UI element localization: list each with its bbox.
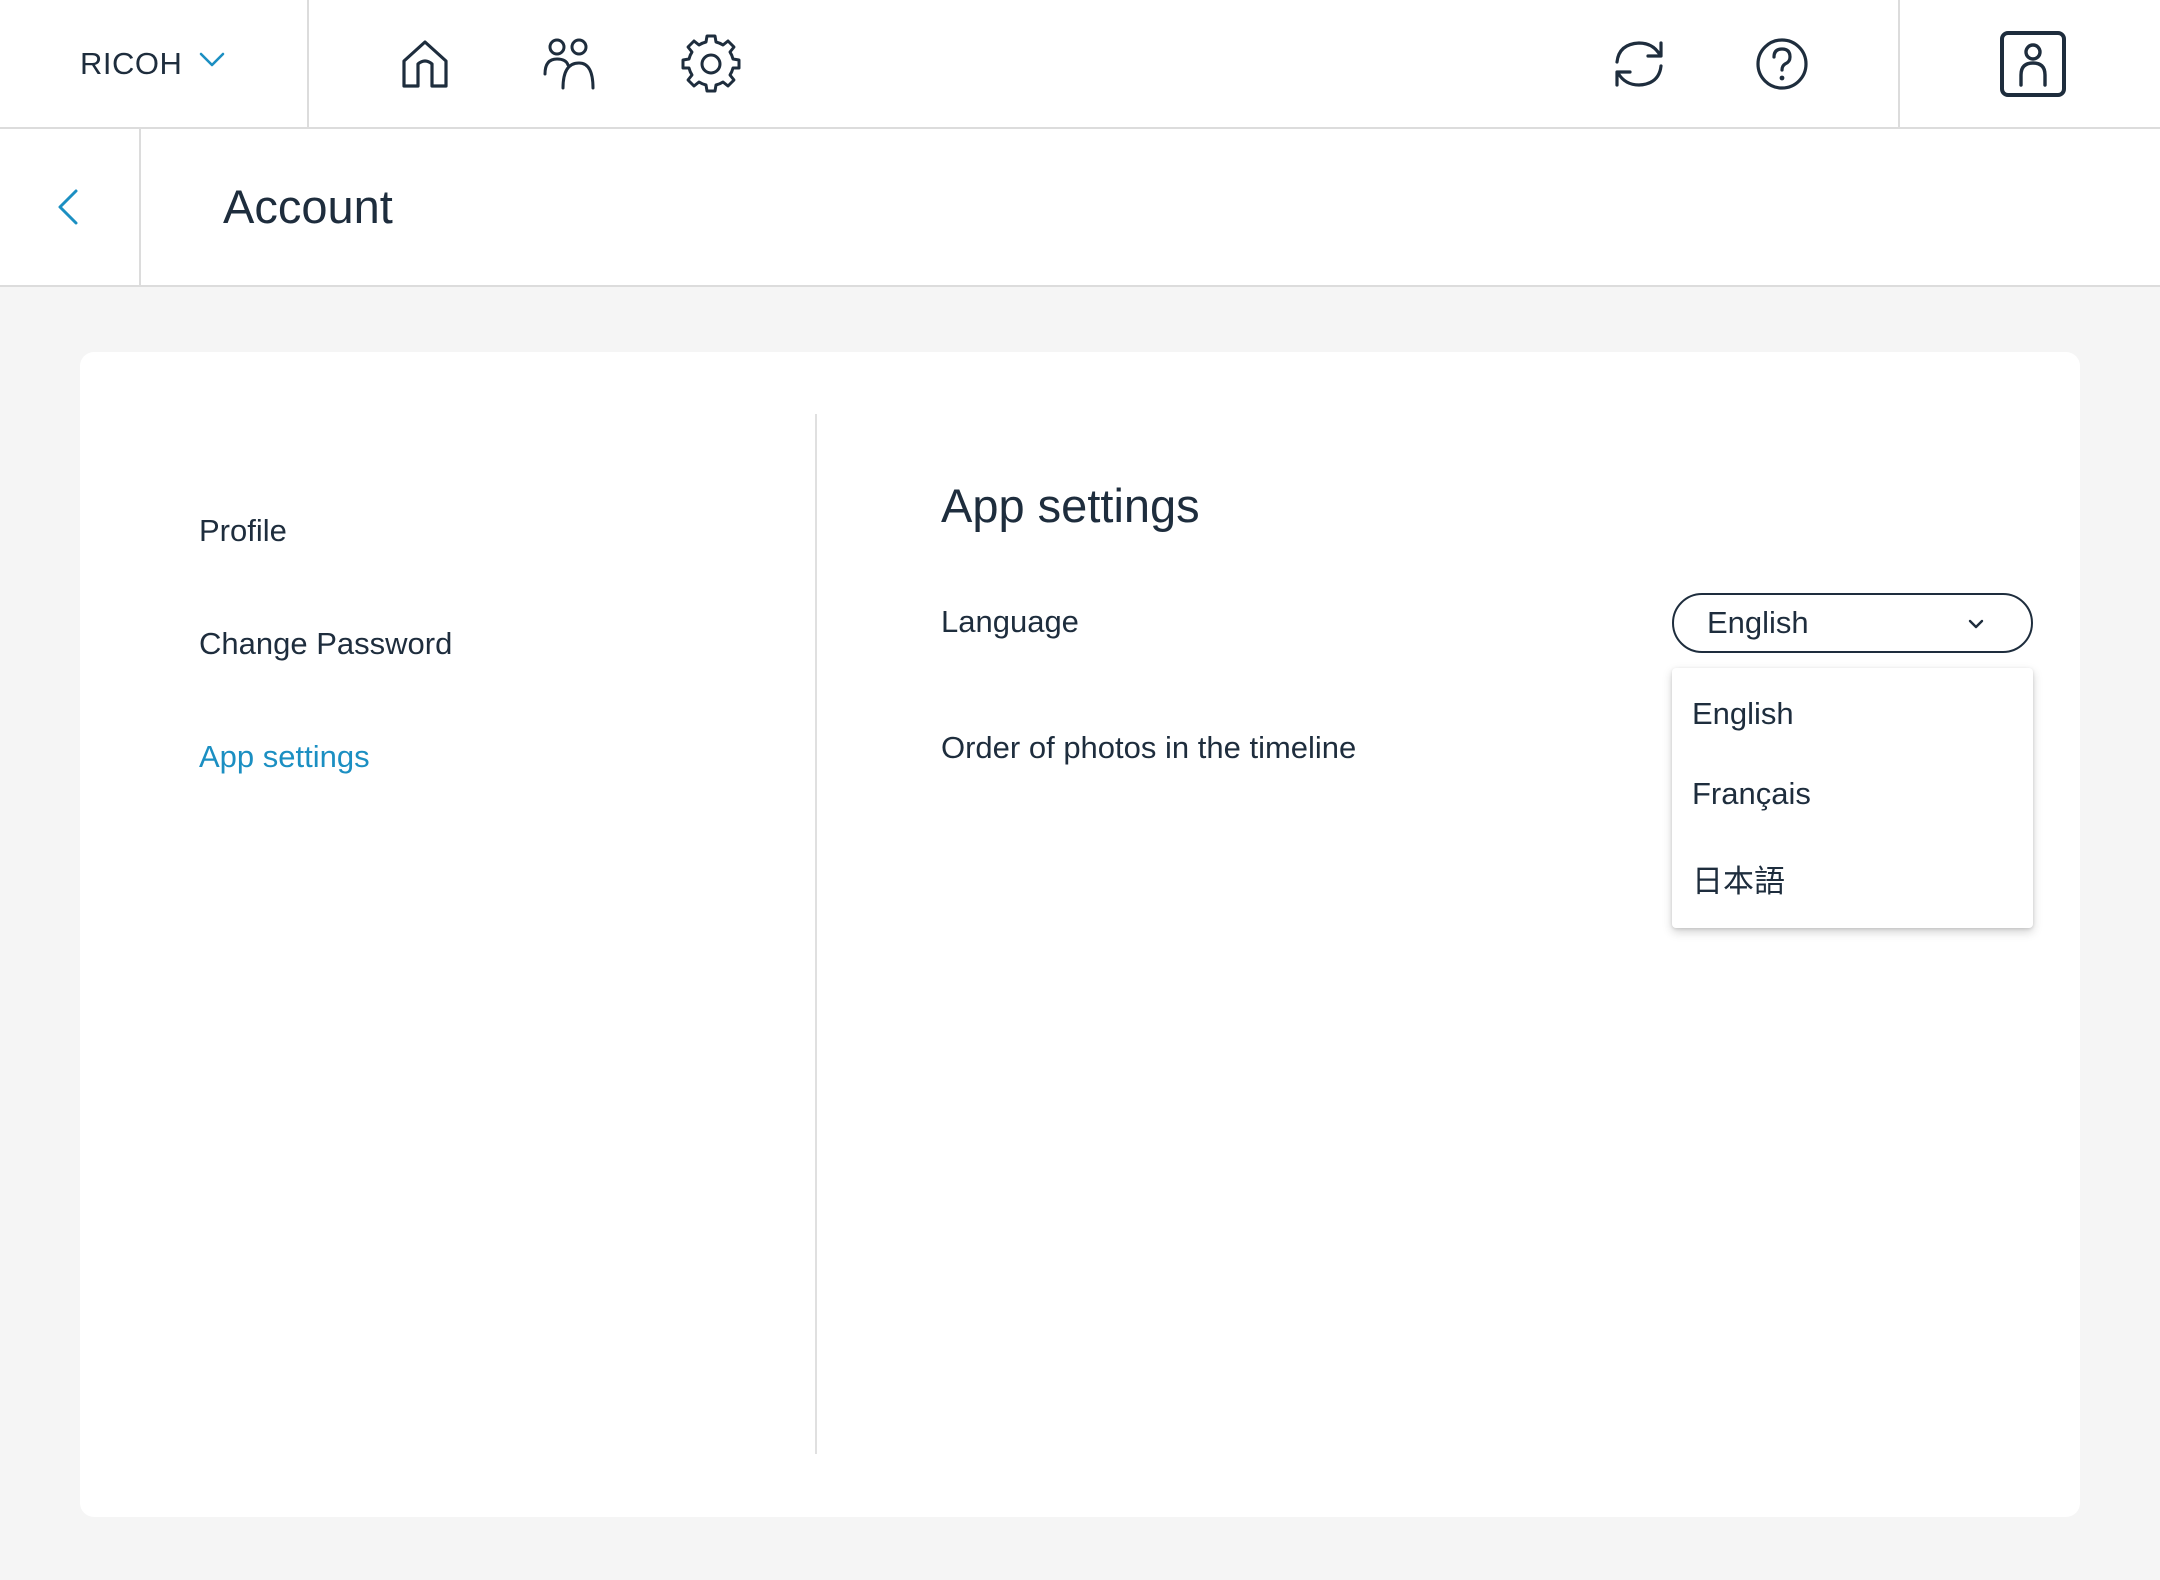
gear-icon[interactable] [679,32,743,96]
language-dropdown-menu: English Français 日本語 [1672,668,2033,928]
back-button[interactable] [0,129,141,285]
account-area [1898,0,2160,128]
page-title: Account [223,180,393,233]
brand-label: RICOH [80,46,183,81]
section-title: App settings [941,479,1200,532]
help-icon[interactable] [1750,32,1814,96]
chevron-down-icon [1968,619,1984,629]
top-navigation-bar: RICOH [0,0,2160,129]
sidebar-item-app-settings[interactable]: App settings [199,739,370,775]
dropdown-option-francais[interactable]: Français [1692,776,1811,812]
section-divider [815,414,817,1454]
people-icon[interactable] [537,32,601,96]
chevron-down-icon [196,44,228,84]
dropdown-option-japanese[interactable]: 日本語 [1692,856,1785,901]
chevron-left-icon [58,189,77,225]
home-icon[interactable] [393,32,457,96]
sidebar-item-profile[interactable]: Profile [199,513,287,549]
sidebar-item-change-password[interactable]: Change Password [199,626,452,662]
brand-switcher[interactable]: RICOH [0,0,309,128]
language-select[interactable]: English [1672,593,2033,653]
order-photos-label: Order of photos in the timeline [941,730,1357,765]
settings-card: Profile Change Password App settings App… [80,352,2080,1517]
sync-icon[interactable] [1607,32,1671,96]
language-label: Language [941,604,1079,639]
dropdown-option-english[interactable]: English [1692,696,1794,732]
account-icon[interactable] [1999,30,2067,98]
language-select-value: English [1707,605,1809,640]
page-header: Account [0,129,2160,287]
